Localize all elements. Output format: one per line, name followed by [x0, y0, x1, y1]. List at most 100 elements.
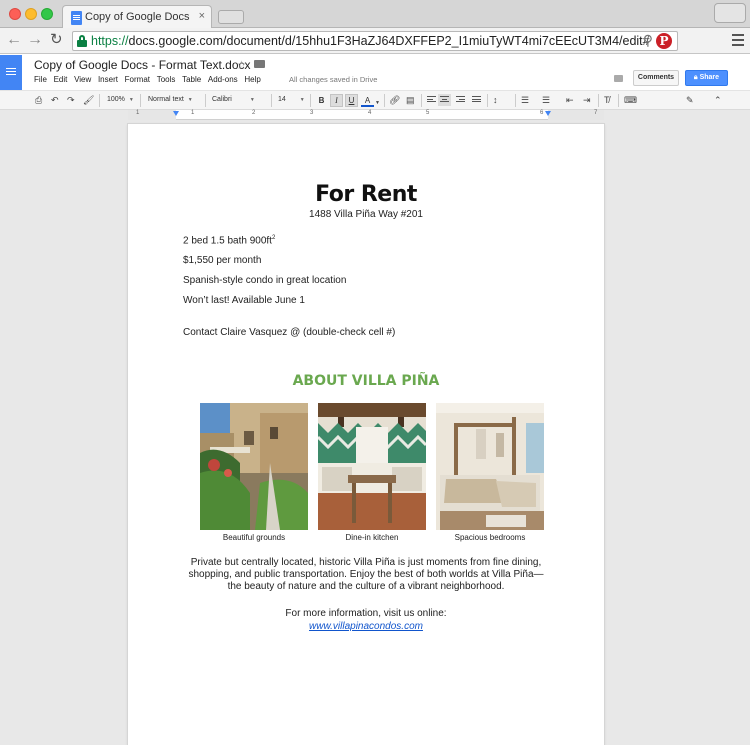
ruler-number: 2	[252, 110, 256, 116]
browser-tab[interactable]: Copy of Google Docs - Format Text.docx ×	[62, 5, 212, 29]
kitchen-image	[318, 403, 426, 530]
website-link[interactable]: www.villapinacondos.com	[128, 621, 604, 632]
ruler-number: 1	[191, 110, 195, 116]
forward-arrow-icon[interactable]: →	[27, 31, 43, 49]
docs-logo-icon[interactable]	[0, 55, 22, 91]
align-right-icon[interactable]	[456, 96, 465, 104]
comment-icon[interactable]: ▤	[406, 94, 415, 106]
menu-file[interactable]: File	[34, 75, 47, 84]
photo-kitchen[interactable]	[318, 403, 426, 530]
input-tools-icon[interactable]: ⌨︎	[624, 94, 637, 106]
address-line: 1488 Villa Piña Way #201	[309, 209, 423, 220]
toolbar-divider	[598, 94, 599, 107]
docs-header: Copy of Google Docs - Format Text.docx ☆…	[0, 54, 750, 91]
menu-table[interactable]: Table	[182, 75, 201, 84]
back-arrow-icon[interactable]: ←	[6, 31, 22, 49]
toolbar-divider	[205, 94, 206, 107]
font-value: Calibri	[212, 96, 232, 103]
toolbar-divider	[515, 94, 516, 107]
folder-icon[interactable]	[254, 60, 265, 68]
menu-addons[interactable]: Add-ons	[208, 75, 238, 84]
address-bar[interactable]: https://docs.google.com/document/d/15hhu…	[72, 31, 678, 51]
menu-tools[interactable]: Tools	[157, 75, 176, 84]
print-icon[interactable]: ⎙	[35, 94, 42, 106]
new-tab-button[interactable]	[218, 10, 244, 24]
zoom-value: 100%	[107, 96, 125, 103]
menu-insert[interactable]: Insert	[98, 75, 118, 84]
comments-button[interactable]: Comments	[633, 70, 679, 86]
contact-line: Contact Claire Vasquez @ (double-check c…	[183, 327, 396, 338]
ruler-number: 7	[594, 110, 598, 116]
detail-line-style: Spanish-style condo in great location	[183, 275, 347, 286]
star-document-icon[interactable]: ☆	[236, 58, 247, 72]
document-page[interactable]: For Rent 1488 Villa Piña Way #201 2 bed …	[128, 124, 604, 745]
line-spacing-icon[interactable]: ↕	[493, 94, 498, 106]
zoom-magnifier-icon[interactable]: ⚲	[643, 32, 653, 49]
toolbar-divider	[310, 94, 311, 107]
numbered-list-icon[interactable]: ☰	[521, 94, 529, 106]
url-text: https://docs.google.com/document/d/15hhu…	[91, 34, 650, 48]
docs-favicon-icon	[71, 11, 82, 25]
editing-mode-pencil-icon[interactable]: ✎	[686, 94, 694, 106]
collapse-menu-icon[interactable]: ⌃	[714, 94, 722, 106]
redo-icon[interactable]: ↷	[67, 94, 75, 106]
underline-button[interactable]: U	[345, 94, 358, 107]
toolbar-divider	[487, 94, 488, 107]
maximize-window-button[interactable]	[41, 8, 53, 20]
left-indent-marker[interactable]	[173, 111, 179, 116]
bold-button[interactable]: B	[315, 94, 328, 107]
clear-formatting-button[interactable]: T̸	[604, 94, 610, 106]
font-select[interactable]: Calibri ▼	[212, 96, 255, 103]
share-button[interactable]: 🔒︎ Share	[685, 70, 728, 86]
formatting-toolbar: ⎙ ↶ ↷ 🖌︎ 100% ▼ Normal text ▼ Calibri ▼ 14 ▼…	[0, 90, 750, 110]
menu-format[interactable]: Format	[125, 75, 150, 84]
text-color-button[interactable]: A	[361, 94, 374, 107]
align-left-icon[interactable]	[427, 96, 436, 104]
align-center-icon[interactable]	[438, 94, 451, 106]
share-label: Share	[699, 74, 720, 81]
profile-button[interactable]	[714, 3, 746, 23]
lock-icon	[77, 35, 87, 47]
photo-bedroom[interactable]	[436, 403, 544, 530]
tab-close-icon[interactable]: ×	[199, 10, 205, 22]
ruler-number: 4	[368, 110, 372, 116]
photo-grounds[interactable]	[200, 403, 308, 530]
url-path: docs.google.com/document/d/15hhu1F3HaZJ6…	[128, 34, 650, 48]
pinterest-extension-icon[interactable]: P	[656, 33, 672, 49]
chrome-menu-icon[interactable]	[732, 34, 744, 46]
zoom-select[interactable]: 100% ▼	[107, 96, 134, 103]
menu-edit[interactable]: Edit	[54, 75, 68, 84]
toolbar-divider	[421, 94, 422, 107]
paint-format-icon[interactable]: 🖌︎	[83, 94, 94, 106]
chevron-down-icon[interactable]: ▼	[375, 97, 380, 109]
document-title[interactable]: Copy of Google Docs - Format Text.docx	[34, 58, 251, 72]
right-indent-marker[interactable]	[545, 111, 551, 116]
minimize-window-button[interactable]	[25, 8, 37, 20]
chat-icon[interactable]	[614, 75, 623, 82]
link-icon[interactable]: 🔗︎	[389, 94, 400, 106]
detail-line-availability: Won’t last! Available June 1	[183, 295, 305, 306]
detail-line-price: $1,550 per month	[183, 255, 262, 266]
undo-icon[interactable]: ↶	[51, 94, 59, 106]
style-value: Normal text	[148, 96, 184, 103]
bulleted-list-icon[interactable]: ☰	[542, 94, 550, 106]
bedroom-image	[436, 403, 544, 530]
font-size-select[interactable]: 14 ▼	[278, 96, 305, 103]
decrease-indent-icon[interactable]: ⇤	[566, 94, 574, 106]
browser-tab-strip: Copy of Google Docs - Format Text.docx ×	[0, 0, 750, 29]
caption-kitchen: Dine-in kitchen	[345, 533, 399, 542]
style-select[interactable]: Normal text ▼	[148, 96, 193, 103]
align-justify-icon[interactable]	[472, 96, 481, 104]
detail-line-rooms: 2 bed 1.5 bath 900ft2	[183, 235, 275, 246]
toolbar-divider	[140, 94, 141, 107]
increase-indent-icon[interactable]: ⇥	[583, 94, 591, 106]
caption-bedroom: Spacious bedrooms	[454, 533, 526, 542]
italic-button[interactable]: I	[330, 94, 343, 107]
menu-view[interactable]: View	[74, 75, 91, 84]
close-window-button[interactable]	[9, 8, 21, 20]
ruler-number: 6	[540, 110, 544, 116]
menu-help[interactable]: Help	[244, 75, 260, 84]
chevron-down-icon: ▼	[299, 97, 305, 103]
grounds-image	[200, 403, 308, 530]
reload-icon[interactable]: ↻	[50, 31, 63, 49]
